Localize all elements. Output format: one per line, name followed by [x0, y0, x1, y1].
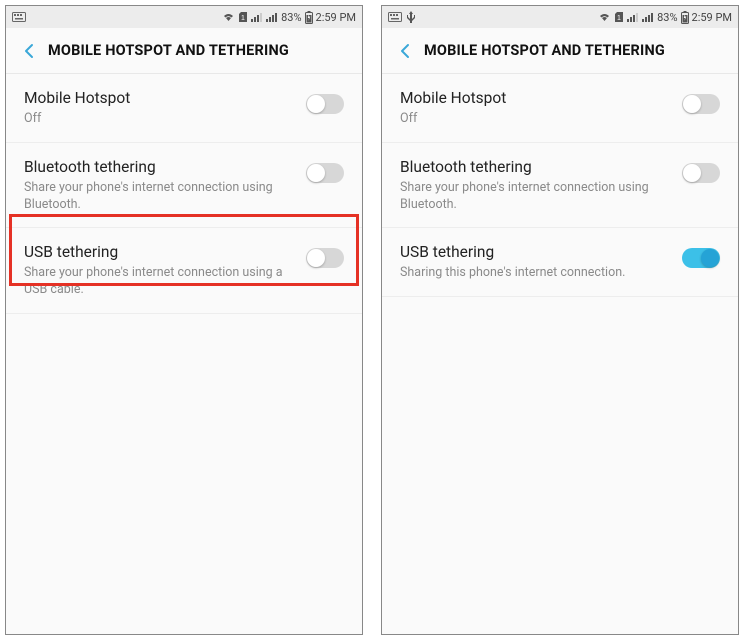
mobile-hotspot-row[interactable]: Mobile Hotspot Off [382, 74, 738, 143]
battery-percent: 83% [657, 11, 677, 24]
phone-screen-right: 1 83% 2:59 PM MOBILE HOTSPOT AND TETHERI… [381, 5, 739, 635]
bluetooth-tethering-toggle[interactable] [682, 163, 720, 183]
setting-subtitle: Share your phone's internet connection u… [24, 265, 294, 299]
back-button[interactable] [12, 33, 48, 69]
setting-title: USB tethering [24, 242, 294, 263]
battery-icon [681, 11, 689, 24]
setting-title: Bluetooth tethering [24, 157, 294, 178]
back-icon [21, 42, 39, 60]
wifi-icon [222, 12, 235, 22]
svg-text:1: 1 [241, 15, 245, 22]
usb-icon [406, 11, 416, 23]
setting-subtitle: Share your phone's internet connection u… [400, 180, 670, 214]
bluetooth-tethering-row[interactable]: Bluetooth tethering Share your phone's i… [382, 143, 738, 229]
usb-tethering-toggle[interactable] [682, 248, 720, 268]
setting-title: Bluetooth tethering [400, 157, 670, 178]
signal-icon-2 [642, 12, 654, 22]
setting-subtitle: Off [24, 111, 294, 128]
setting-title: Mobile Hotspot [24, 88, 294, 109]
keyboard-icon [12, 12, 26, 22]
setting-subtitle: Sharing this phone's internet connection… [400, 265, 670, 282]
setting-subtitle: Off [400, 111, 670, 128]
phone-screen-left: 1 83% 2:59 PM MOBILE HOTSPOT AND TETHERI… [5, 5, 363, 635]
header: MOBILE HOTSPOT AND TETHERING [6, 28, 362, 74]
signal-icon [251, 12, 263, 22]
keyboard-icon [388, 12, 402, 22]
battery-icon [305, 11, 313, 24]
page-title: MOBILE HOTSPOT AND TETHERING [48, 42, 289, 59]
status-bar: 1 83% 2:59 PM [6, 6, 362, 28]
usb-tethering-row[interactable]: USB tethering Sharing this phone's inter… [382, 228, 738, 297]
bluetooth-tethering-toggle[interactable] [306, 163, 344, 183]
status-time: 2:59 PM [692, 11, 732, 24]
settings-list: Mobile Hotspot Off Bluetooth tethering S… [382, 74, 738, 634]
settings-list: Mobile Hotspot Off Bluetooth tethering S… [6, 74, 362, 634]
setting-title: Mobile Hotspot [400, 88, 670, 109]
battery-percent: 83% [281, 11, 301, 24]
setting-subtitle: Share your phone's internet connection u… [24, 180, 294, 214]
mobile-hotspot-row[interactable]: Mobile Hotspot Off [6, 74, 362, 143]
mobile-hotspot-toggle[interactable] [306, 94, 344, 114]
mobile-hotspot-toggle[interactable] [682, 94, 720, 114]
page-title: MOBILE HOTSPOT AND TETHERING [424, 42, 665, 59]
bluetooth-tethering-row[interactable]: Bluetooth tethering Share your phone's i… [6, 143, 362, 229]
sim1-icon: 1 [614, 11, 624, 23]
status-time: 2:59 PM [316, 11, 356, 24]
usb-tethering-toggle[interactable] [306, 248, 344, 268]
back-button[interactable] [388, 33, 424, 69]
usb-tethering-row[interactable]: USB tethering Share your phone's interne… [6, 228, 362, 314]
signal-icon [627, 12, 639, 22]
wifi-icon [598, 12, 611, 22]
back-icon [397, 42, 415, 60]
signal-icon-2 [266, 12, 278, 22]
setting-title: USB tethering [400, 242, 670, 263]
sim1-icon: 1 [238, 11, 248, 23]
header: MOBILE HOTSPOT AND TETHERING [382, 28, 738, 74]
status-bar: 1 83% 2:59 PM [382, 6, 738, 28]
svg-text:1: 1 [617, 15, 621, 22]
